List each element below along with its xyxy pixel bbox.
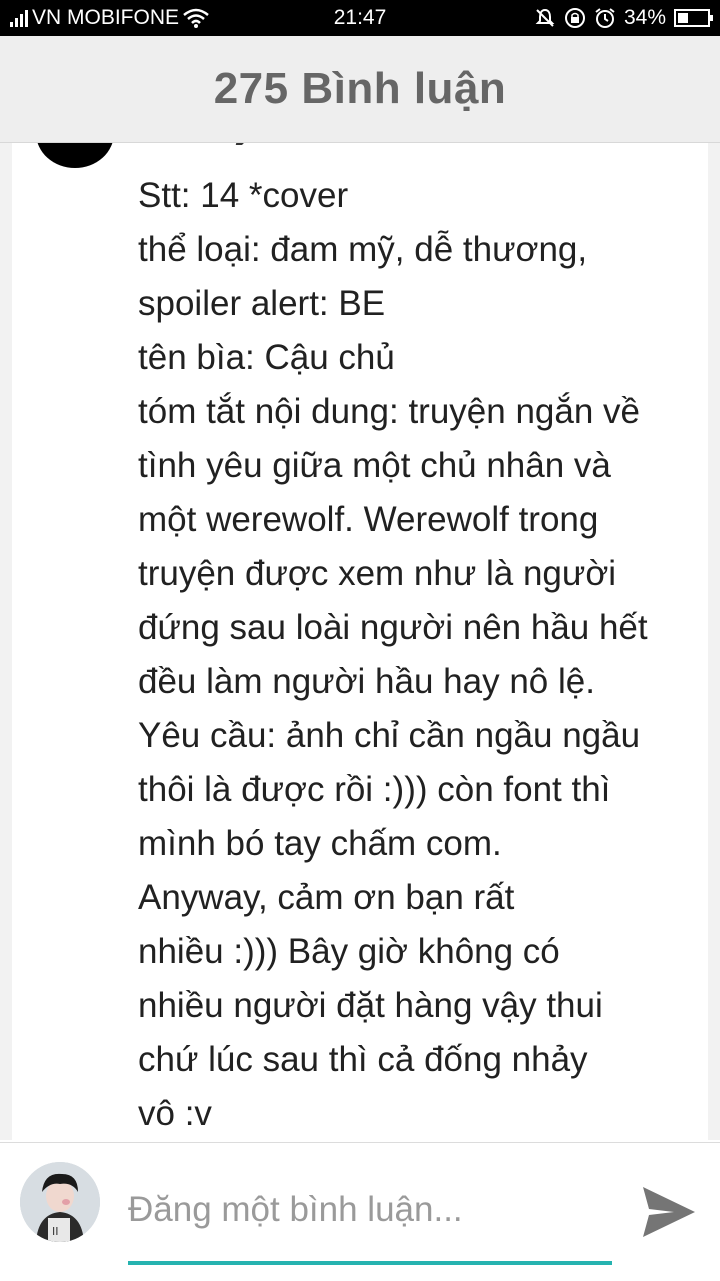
comment-line: đều làm người hầu hay nô lệ.	[138, 662, 595, 701]
comment-line: Yêu cầu: ảnh chỉ cần ngầu ngầu	[138, 716, 641, 755]
comment-line: thể loại: đam mỹ, dễ thương,	[138, 230, 588, 269]
status-right: 34%	[534, 6, 713, 30]
comment-line: tóm tắt nội dung: truyện ngắn về	[138, 392, 640, 431]
alarm-icon	[595, 8, 615, 28]
commenter-avatar[interactable]	[36, 143, 114, 168]
comment-line: chứ lúc sau thì cả đống nhảy	[138, 1040, 588, 1079]
battery-icon	[674, 9, 713, 27]
comment-composer: II	[0, 1142, 720, 1281]
comment-line: Stt: 14 *cover	[138, 176, 349, 215]
status-bar: VN MOBIFONE 21:47 34%	[0, 0, 720, 36]
battery-percent: 34%	[623, 6, 666, 29]
comment-line: tình yêu giữa một chủ nhân và	[138, 446, 611, 485]
comment-card: Stt: 14 *cover thể loại: đam mỹ, dễ thươn…	[12, 143, 708, 1140]
lock-rotation-icon	[564, 8, 585, 28]
comment-line: thôi là được rồi :))) còn font thì	[138, 770, 611, 809]
send-icon[interactable]	[640, 1183, 698, 1241]
comment-line: nhiều người đặt hàng vậy thui	[138, 986, 603, 1025]
comments-list[interactable]: Stt: 14 *cover thể loại: đam mỹ, dễ thươn…	[0, 143, 720, 1140]
comment-line: tên bìa: Cậu chủ	[138, 338, 395, 377]
comment-line: vô :v	[138, 1094, 212, 1133]
avatar-image: II	[20, 1162, 100, 1242]
comment-line: một werewolf. Werewolf trong	[138, 500, 599, 539]
user-avatar[interactable]: II	[20, 1162, 100, 1242]
comment-input-underline	[128, 1261, 612, 1265]
comment-line: nhiều :))) Bây giờ không có	[138, 932, 560, 971]
comment-line: mình bó tay chấm com.	[138, 824, 502, 863]
mute-icon	[535, 8, 555, 27]
comment-line: truyện được xem như là người	[138, 554, 617, 593]
comment-line: đứng sau loài người nên hầu hết	[138, 608, 648, 647]
comment-line: Anyway, cảm ơn bạn rất	[138, 878, 515, 917]
commenter-name-fragment	[235, 143, 244, 145]
comment-line: spoiler alert: BE	[138, 284, 386, 323]
svg-text:II: II	[52, 1225, 59, 1238]
comment-body: Stt: 14 *cover thể loại: đam mỹ, dễ thươn…	[138, 169, 708, 1140]
comments-header: 275 Bình luận	[0, 36, 720, 143]
comment-input[interactable]	[128, 1183, 608, 1237]
page-title: 275 Bình luận	[213, 64, 507, 113]
